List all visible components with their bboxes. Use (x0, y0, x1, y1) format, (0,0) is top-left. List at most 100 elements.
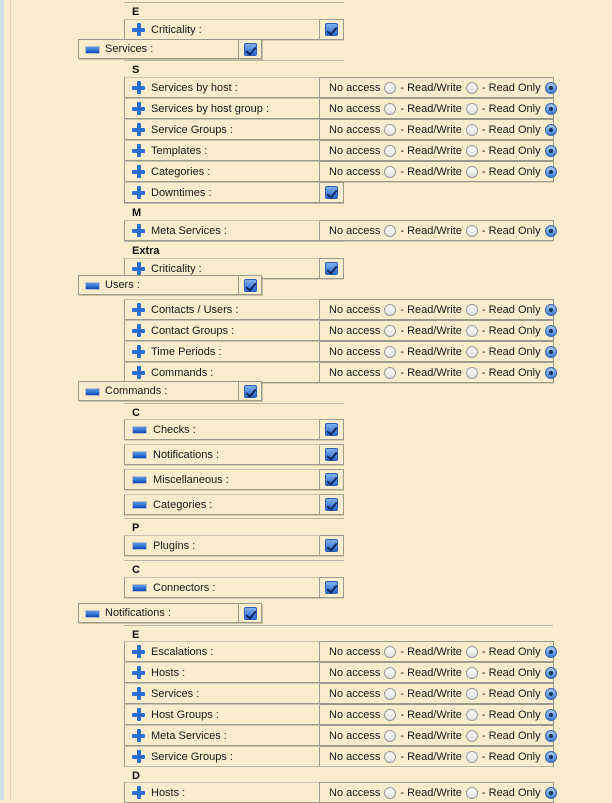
permission-radio-group: No access- Read/Write- Read Only (325, 688, 557, 700)
permission-label-read-only: - Read Only (482, 688, 541, 700)
radio-read-write[interactable] (466, 751, 478, 763)
radio-no-access[interactable] (384, 787, 396, 799)
dash-icon (85, 279, 100, 292)
radio-no-access[interactable] (384, 367, 396, 379)
radio-read-write[interactable] (466, 103, 478, 115)
radio-no-access[interactable] (384, 166, 396, 178)
radio-read-write[interactable] (466, 166, 478, 178)
permission-label-read-write: - Read/Write (400, 145, 462, 157)
radio-no-access[interactable] (384, 688, 396, 700)
radio-read-only[interactable] (545, 787, 557, 799)
checkbox-icon[interactable] (325, 448, 338, 461)
radio-no-access[interactable] (384, 730, 396, 742)
checkbox-icon[interactable] (325, 473, 338, 486)
permission-row-checkbox-cell[interactable] (320, 182, 344, 203)
checkbox-icon[interactable] (244, 385, 257, 398)
radio-read-write[interactable] (466, 667, 478, 679)
radio-read-only[interactable] (545, 325, 557, 337)
radio-read-only[interactable] (545, 124, 557, 136)
checkbox-icon[interactable] (325, 423, 338, 436)
permission-row-label: Downtimes : (151, 187, 212, 199)
checkbox-icon[interactable] (325, 498, 338, 511)
radio-read-only[interactable] (545, 688, 557, 700)
radio-read-write[interactable] (466, 367, 478, 379)
checkbox-icon[interactable] (244, 43, 257, 56)
radio-no-access[interactable] (384, 225, 396, 237)
radio-read-only[interactable] (545, 367, 557, 379)
section-header-checkbox-cell[interactable] (238, 39, 262, 59)
radio-read-only[interactable] (545, 346, 557, 358)
radio-no-access[interactable] (384, 124, 396, 136)
radio-read-write[interactable] (466, 646, 478, 658)
radio-read-write[interactable] (466, 145, 478, 157)
radio-no-access[interactable] (384, 145, 396, 157)
radio-no-access[interactable] (384, 82, 396, 94)
checkbox-icon[interactable] (325, 262, 338, 275)
section-header-checkbox-cell[interactable] (238, 275, 262, 295)
radio-no-access[interactable] (384, 646, 396, 658)
radio-no-access[interactable] (384, 751, 396, 763)
radio-read-write[interactable] (466, 730, 478, 742)
radio-read-only[interactable] (545, 646, 557, 658)
radio-no-access[interactable] (384, 304, 396, 316)
permission-label-read-write: - Read/Write (400, 688, 462, 700)
radio-read-write[interactable] (466, 124, 478, 136)
permission-row-checkbox-cell[interactable] (320, 535, 344, 556)
permission-label-no-access: No access (329, 124, 380, 136)
radio-read-only[interactable] (545, 145, 557, 157)
checkbox-icon[interactable] (325, 581, 338, 594)
section-header[interactable]: Commands : (78, 381, 262, 401)
permission-row: Time Periods :No access- Read/Write- Rea… (124, 341, 554, 362)
radio-read-write[interactable] (466, 346, 478, 358)
section-header-checkbox-cell[interactable] (238, 381, 262, 401)
radio-read-write[interactable] (466, 304, 478, 316)
checkbox-icon[interactable] (325, 23, 338, 36)
radio-read-only[interactable] (545, 225, 557, 237)
permission-row: Categories : (124, 494, 344, 515)
radio-read-write[interactable] (466, 82, 478, 94)
radio-read-only[interactable] (545, 166, 557, 178)
radio-no-access[interactable] (384, 667, 396, 679)
section-header-checkbox-cell[interactable] (238, 603, 262, 623)
checkbox-icon[interactable] (244, 607, 257, 620)
radio-read-only[interactable] (545, 709, 557, 721)
radio-read-write[interactable] (466, 325, 478, 337)
permission-row-label: Categories : (151, 166, 210, 178)
radio-read-write[interactable] (466, 225, 478, 237)
permission-label-read-only: - Read Only (482, 709, 541, 721)
checkbox-icon[interactable] (325, 539, 338, 552)
radio-read-write[interactable] (466, 787, 478, 799)
radio-no-access[interactable] (384, 346, 396, 358)
radio-no-access[interactable] (384, 325, 396, 337)
permission-row-checkbox-cell[interactable] (320, 469, 344, 490)
permission-label-read-only: - Read Only (482, 124, 541, 136)
radio-read-only[interactable] (545, 667, 557, 679)
radio-read-only[interactable] (545, 103, 557, 115)
radio-read-write[interactable] (466, 688, 478, 700)
radio-read-write[interactable] (466, 709, 478, 721)
permission-row-checkbox-cell[interactable] (320, 577, 344, 598)
plus-icon (132, 645, 145, 658)
radio-read-only[interactable] (545, 82, 557, 94)
section-header[interactable]: Users : (78, 275, 262, 295)
section-header[interactable]: Notifications : (78, 603, 262, 623)
checkbox-icon[interactable] (325, 186, 338, 199)
permission-row-checkbox-cell[interactable] (320, 19, 344, 40)
radio-read-only[interactable] (545, 730, 557, 742)
permission-row-label: Meta Services : (151, 225, 227, 237)
radio-read-only[interactable] (545, 751, 557, 763)
radio-no-access[interactable] (384, 709, 396, 721)
permission-row-checkbox-cell[interactable] (320, 258, 344, 279)
permission-row-checkbox-cell[interactable] (320, 419, 344, 440)
permission-row-checkbox-cell[interactable] (320, 444, 344, 465)
section-header-label-cell: Commands : (78, 381, 238, 401)
section-header-label: Notifications : (105, 607, 171, 619)
checkbox-icon[interactable] (244, 279, 257, 292)
permission-row-checkbox-cell[interactable] (320, 494, 344, 515)
permission-label-read-write: - Read/Write (400, 367, 462, 379)
permission-label-read-only: - Read Only (482, 225, 541, 237)
permission-row-options-cell: No access- Read/Write- Read Only (320, 140, 554, 161)
radio-read-only[interactable] (545, 304, 557, 316)
radio-no-access[interactable] (384, 103, 396, 115)
section-header[interactable]: Services : (78, 39, 262, 59)
